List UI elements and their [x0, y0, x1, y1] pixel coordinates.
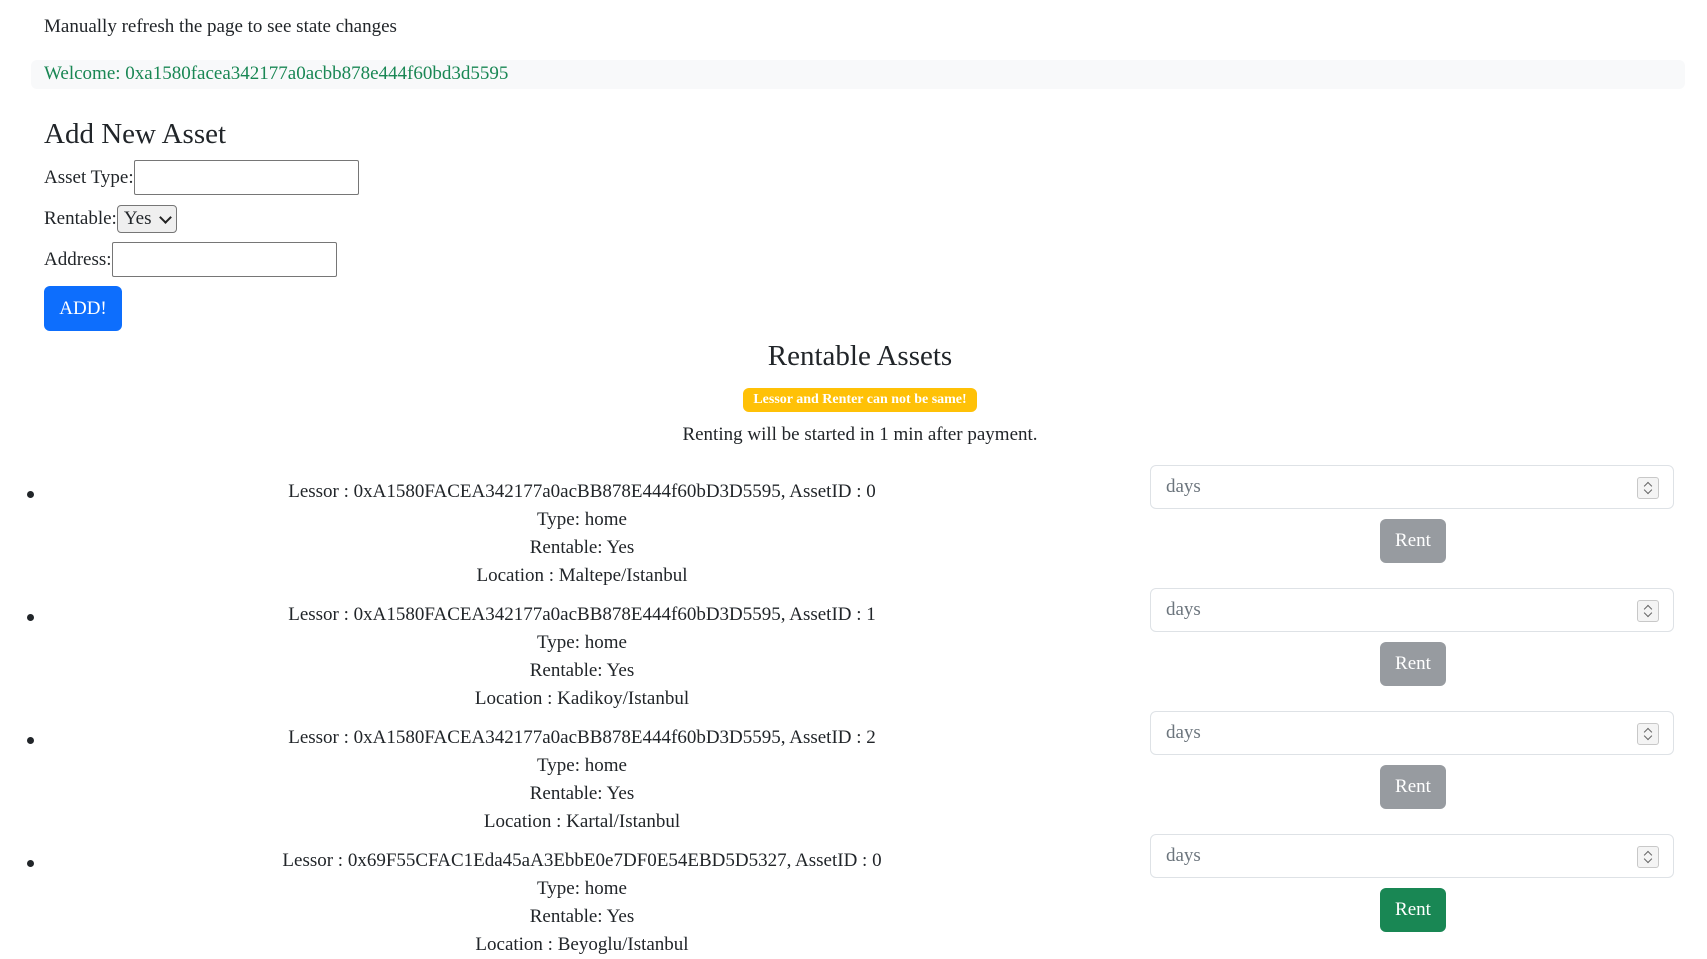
page: Manually refresh the page to see state c…	[0, 0, 1707, 955]
add-asset-title: Add New Asset	[44, 118, 227, 150]
asset-lessor: Lessor : 0xA1580FACEA342177a0acBB878E444…	[288, 481, 876, 502]
asset-type-input[interactable]	[133, 160, 359, 195]
bullet-icon	[27, 737, 34, 744]
refresh-note: Manually refresh the page to see state c…	[44, 16, 397, 37]
bullet-icon	[27, 491, 34, 498]
welcome-bar: Welcome: 0xa1580facea342177a0acbb878e444…	[31, 60, 1685, 89]
bullet-icon	[27, 860, 34, 867]
asset-info: Lessor : 0x69F55CFAC1Eda45aA3EbbE0e7DF0E…	[46, 847, 1118, 959]
rent-button[interactable]: Rent	[1380, 888, 1446, 932]
days-input[interactable]: days	[1150, 465, 1674, 509]
address-row: Address:	[44, 242, 337, 277]
renting-note: Renting will be started in 1 min after p…	[682, 424, 1038, 445]
days-input[interactable]: days	[1150, 711, 1674, 755]
asset-type-row: Asset Type:	[44, 160, 359, 195]
chevron-down-icon	[159, 210, 173, 224]
asset-type: Type: home	[537, 755, 627, 776]
asset-location: Location : Maltepe/Istanbul	[476, 565, 688, 586]
asset-type: Type: home	[537, 632, 627, 653]
asset-rentable: Rentable: Yes	[529, 906, 635, 927]
warning-badge: Lessor and Renter can not be same!	[743, 388, 977, 412]
rentable-assets-title: Rentable Assets	[767, 340, 953, 372]
asset-lessor: Lessor : 0xA1580FACEA342177a0acBB878E444…	[288, 604, 876, 625]
rentable-row: Rentable: Yes	[44, 205, 178, 233]
asset-location: Location : Kadikoy/Istanbul	[474, 688, 690, 709]
spinner-arrows-icon[interactable]	[1637, 477, 1659, 499]
rent-button[interactable]: Rent	[1380, 519, 1446, 563]
add-button[interactable]: ADD!	[44, 286, 122, 331]
asset-info: Lessor : 0xA1580FACEA342177a0acBB878E444…	[46, 478, 1118, 590]
list-item: Lessor : 0xA1580FACEA342177a0acBB878E444…	[0, 588, 1707, 713]
asset-type: Type: home	[537, 509, 627, 530]
days-placeholder: days	[1166, 476, 1201, 497]
asset-rentable: Rentable: Yes	[529, 537, 635, 558]
spinner-arrows-icon[interactable]	[1637, 600, 1659, 622]
list-item: Lessor : 0x69F55CFAC1Eda45aA3EbbE0e7DF0E…	[0, 834, 1707, 959]
asset-lessor: Lessor : 0xA1580FACEA342177a0acBB878E444…	[288, 727, 876, 748]
asset-location: Location : Kartal/Istanbul	[483, 811, 681, 832]
spinner-arrows-icon[interactable]	[1637, 723, 1659, 745]
rentable-select-value: Yes	[123, 208, 152, 229]
asset-rentable: Rentable: Yes	[529, 660, 635, 681]
rent-button[interactable]: Rent	[1380, 642, 1446, 686]
list-item: Lessor : 0xA1580FACEA342177a0acBB878E444…	[0, 465, 1707, 590]
asset-type-label: Asset Type:	[44, 166, 134, 188]
asset-type: Type: home	[537, 878, 627, 899]
address-input[interactable]	[111, 242, 337, 277]
days-placeholder: days	[1166, 599, 1201, 620]
rent-button[interactable]: Rent	[1380, 765, 1446, 809]
spinner-arrows-icon[interactable]	[1637, 846, 1659, 868]
asset-info: Lessor : 0xA1580FACEA342177a0acBB878E444…	[46, 724, 1118, 836]
rentable-label: Rentable:	[44, 208, 117, 229]
days-placeholder: days	[1166, 845, 1201, 866]
days-input[interactable]: days	[1150, 588, 1674, 632]
address-label: Address:	[44, 248, 112, 270]
list-item: Lessor : 0xA1580FACEA342177a0acBB878E444…	[0, 711, 1707, 836]
asset-rentable: Rentable: Yes	[529, 783, 635, 804]
asset-lessor: Lessor : 0x69F55CFAC1Eda45aA3EbbE0e7DF0E…	[282, 850, 882, 871]
asset-info: Lessor : 0xA1580FACEA342177a0acBB878E444…	[46, 601, 1118, 713]
welcome-text: Welcome: 0xa1580facea342177a0acbb878e444…	[44, 63, 509, 84]
days-placeholder: days	[1166, 722, 1201, 743]
days-input[interactable]: days	[1150, 834, 1674, 878]
rentable-select[interactable]: Yes	[116, 205, 178, 233]
bullet-icon	[27, 614, 34, 621]
